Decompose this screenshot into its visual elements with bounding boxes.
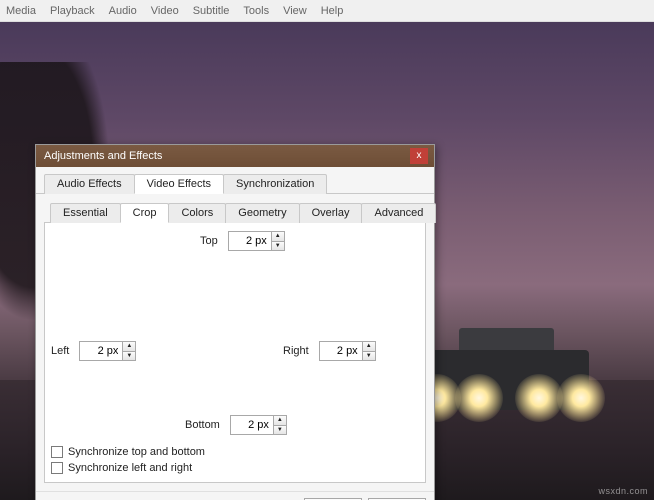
checkbox-icon	[51, 462, 63, 474]
crop-bottom-label: Bottom	[185, 419, 220, 431]
subtab-advanced[interactable]: Advanced	[361, 203, 436, 223]
crop-left-spin-up[interactable]: ▲	[123, 342, 135, 352]
checkbox-icon	[51, 446, 63, 458]
menu-tools[interactable]: Tools	[243, 5, 269, 17]
tab-synchronization[interactable]: Synchronization	[223, 174, 327, 194]
dialog-title: Adjustments and Effects	[44, 150, 162, 162]
crop-panel: Top ▲ ▼ Left ▲ ▼	[44, 223, 426, 483]
crop-bottom-spin-up[interactable]: ▲	[274, 416, 286, 426]
dialog-close-button[interactable]: x	[410, 148, 428, 164]
watermark-text: wsxdn.com	[598, 486, 648, 496]
crop-top-label: Top	[200, 235, 218, 247]
dialog-titlebar[interactable]: Adjustments and Effects x	[36, 145, 434, 167]
sync-left-right-label: Synchronize left and right	[68, 462, 192, 474]
dialog-button-row: Close Save	[36, 491, 434, 500]
scene-car	[419, 350, 599, 440]
sync-left-right-checkbox[interactable]: Synchronize left and right	[51, 462, 205, 474]
subtab-geometry[interactable]: Geometry	[225, 203, 299, 223]
crop-left-spinner[interactable]: ▲ ▼	[79, 341, 136, 361]
crop-right-input[interactable]	[320, 342, 362, 360]
crop-bottom-spin-down[interactable]: ▼	[274, 426, 286, 435]
crop-right-spinner[interactable]: ▲ ▼	[319, 341, 376, 361]
subtab-overlay[interactable]: Overlay	[299, 203, 363, 223]
menu-audio[interactable]: Audio	[109, 5, 137, 17]
tab-audio-effects[interactable]: Audio Effects	[44, 174, 135, 194]
crop-bottom-spinner[interactable]: ▲ ▼	[230, 415, 287, 435]
dialog-tabstrip: Audio Effects Video Effects Synchronizat…	[36, 167, 434, 194]
crop-bottom-control: Bottom ▲ ▼	[185, 415, 287, 435]
crop-top-control: Top ▲ ▼	[200, 231, 285, 251]
sync-top-bottom-checkbox[interactable]: Synchronize top and bottom	[51, 446, 205, 458]
video-effects-subtabs: Essential Crop Colors Geometry Overlay A…	[44, 202, 426, 223]
crop-left-input[interactable]	[80, 342, 122, 360]
dialog-body: Essential Crop Colors Geometry Overlay A…	[36, 194, 434, 491]
crop-top-spin-down[interactable]: ▼	[272, 242, 284, 251]
subtab-colors[interactable]: Colors	[168, 203, 226, 223]
crop-left-spin-down[interactable]: ▼	[123, 352, 135, 361]
crop-top-input[interactable]	[229, 232, 271, 250]
menu-media[interactable]: Media	[6, 5, 36, 17]
crop-right-control: Right ▲ ▼	[283, 341, 376, 361]
menu-subtitle[interactable]: Subtitle	[193, 5, 230, 17]
subtab-crop[interactable]: Crop	[120, 203, 170, 223]
subtab-essential[interactable]: Essential	[50, 203, 121, 223]
crop-right-spin-down[interactable]: ▼	[363, 352, 375, 361]
adjustments-effects-dialog: Adjustments and Effects x Audio Effects …	[35, 144, 435, 500]
crop-left-control: Left ▲ ▼	[51, 341, 136, 361]
crop-bottom-input[interactable]	[231, 416, 273, 434]
video-playback-area[interactable]: wsxdn.com Adjustments and Effects x Audi…	[0, 22, 654, 500]
tab-video-effects[interactable]: Video Effects	[134, 174, 224, 194]
app-menubar: Media Playback Audio Video Subtitle Tool…	[0, 0, 654, 22]
menu-playback[interactable]: Playback	[50, 5, 95, 17]
menu-video[interactable]: Video	[151, 5, 179, 17]
crop-top-spin-up[interactable]: ▲	[272, 232, 284, 242]
crop-left-label: Left	[51, 345, 69, 357]
crop-top-spinner[interactable]: ▲ ▼	[228, 231, 285, 251]
crop-right-label: Right	[283, 345, 309, 357]
menu-help[interactable]: Help	[321, 5, 344, 17]
sync-top-bottom-label: Synchronize top and bottom	[68, 446, 205, 458]
menu-view[interactable]: View	[283, 5, 307, 17]
crop-right-spin-up[interactable]: ▲	[363, 342, 375, 352]
crop-sync-options: Synchronize top and bottom Synchronize l…	[51, 446, 205, 474]
